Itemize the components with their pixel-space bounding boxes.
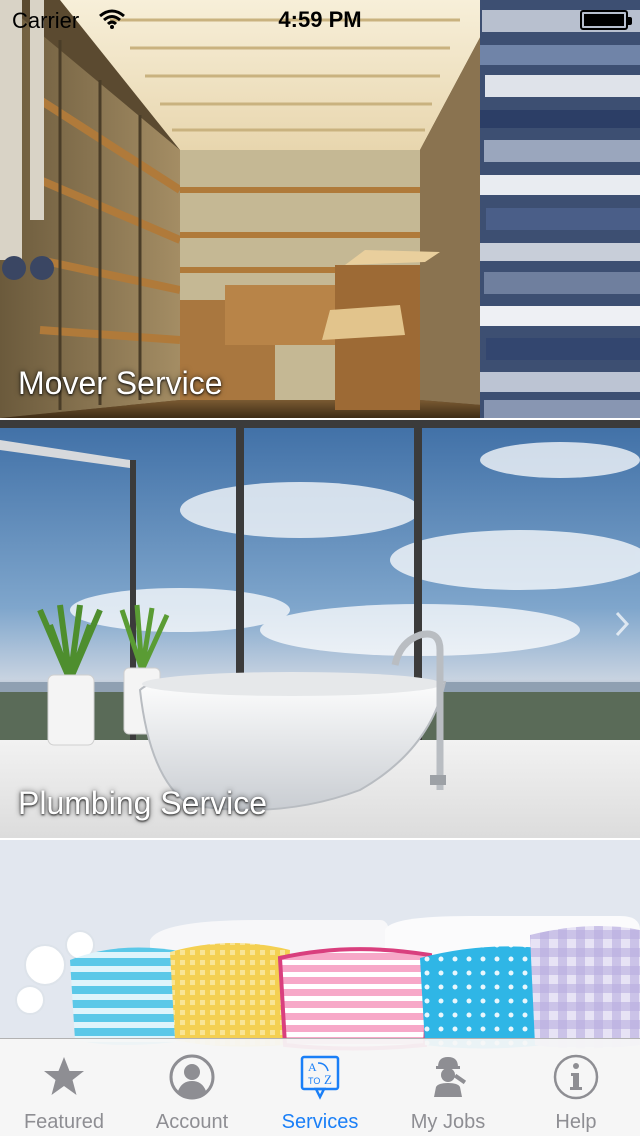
chevron-right-icon: [615, 611, 630, 637]
svg-text:Z: Z: [324, 1072, 332, 1087]
mover-service-image: [0, 0, 640, 418]
plumbing-service-image: [0, 420, 640, 838]
tab-bar: Featured Account A TO Z Services My Jobs: [0, 1038, 640, 1136]
tab-help[interactable]: Help: [512, 1039, 640, 1136]
a-to-z-icon: A TO Z: [300, 1055, 340, 1100]
tab-featured[interactable]: Featured: [0, 1039, 128, 1136]
info-icon: [553, 1054, 599, 1100]
tab-label: My Jobs: [410, 1111, 486, 1133]
worker-icon: [434, 1057, 467, 1097]
status-bar: Carrier 4:59 PM: [0, 0, 640, 40]
tab-label: Help: [555, 1111, 597, 1133]
tab-label: Featured: [23, 1111, 105, 1133]
service-title: Mover Service: [18, 365, 223, 401]
person-icon: [169, 1054, 215, 1100]
service-card-mover[interactable]: Mover Service: [0, 0, 640, 418]
tab-account[interactable]: Account: [128, 1039, 256, 1136]
tab-my-jobs[interactable]: My Jobs: [384, 1039, 512, 1136]
svg-text:A: A: [308, 1060, 317, 1074]
service-title: Plumbing Service: [18, 785, 267, 821]
service-card-plumbing[interactable]: Plumbing Service: [0, 420, 640, 838]
service-list: Mover Service Plumbing Service: [0, 0, 640, 1136]
battery-icon: [580, 10, 632, 30]
status-time: 4:59 PM: [278, 7, 362, 32]
tab-label: Services: [281, 1111, 359, 1133]
tab-label: Account: [155, 1111, 229, 1133]
tab-services[interactable]: A TO Z Services: [256, 1039, 384, 1136]
svg-text:TO: TO: [308, 1076, 320, 1086]
star-icon: [44, 1057, 84, 1095]
